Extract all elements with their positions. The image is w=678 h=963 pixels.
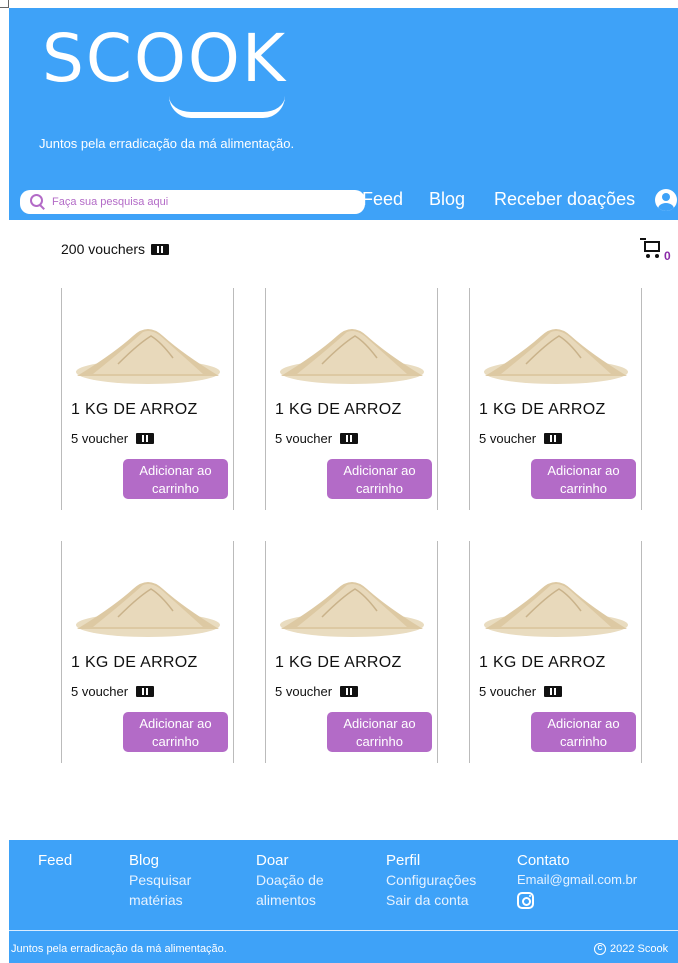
voucher-ticket-icon — [544, 433, 563, 444]
rice-image — [76, 582, 220, 637]
footer-contato-heading: Contato — [517, 852, 570, 869]
add-to-cart-button[interactable]: Adicionar ao carrinho — [123, 459, 228, 499]
nav-blog[interactable]: Blog — [429, 189, 465, 210]
instagram-icon[interactable] — [517, 892, 534, 909]
product-name: 1 KG DE ARROZ — [479, 401, 606, 418]
footer-pesquisar-materias-link[interactable]: Pesquisar matérias — [129, 870, 239, 910]
voucher-ticket-icon — [544, 686, 563, 697]
product-price: 5 voucher — [479, 684, 563, 699]
product-card: 1 KG DE ARROZ 5 voucher Adicionar ao car… — [265, 541, 438, 763]
add-to-cart-button[interactable]: Adicionar ao carrinho — [327, 712, 432, 752]
footer-col-contato: Contato Email@gmail.com.br — [517, 852, 678, 909]
product-price: 5 voucher — [479, 431, 563, 446]
nav-receber-doacoes[interactable]: Receber doações — [494, 189, 635, 210]
product-price-label: 5 voucher — [71, 684, 129, 699]
product-card: 1 KG DE ARROZ 5 voucher Adicionar ao car… — [61, 288, 234, 510]
product-name: 1 KG DE ARROZ — [479, 654, 606, 671]
product-card: 1 KG DE ARROZ 5 voucher Adicionar ao car… — [61, 541, 234, 763]
voucher-ticket-icon — [136, 686, 155, 697]
product-price: 5 voucher — [71, 684, 155, 699]
footer-doacao-link[interactable]: Doação de alimentos — [256, 870, 366, 910]
add-to-cart-button[interactable]: Adicionar ao carrinho — [531, 459, 636, 499]
search-bar[interactable] — [20, 190, 365, 214]
voucher-balance-label: 200 vouchers — [61, 241, 146, 257]
voucher-ticket-icon — [340, 433, 359, 444]
search-icon[interactable] — [30, 194, 46, 210]
cart-icon[interactable] — [640, 237, 664, 259]
product-price-label: 5 voucher — [71, 431, 129, 446]
copyright-text: 2022 Scook — [610, 943, 669, 955]
header-tagline: Juntos pela erradicação da má alimentaçã… — [39, 136, 295, 151]
product-card: 1 KG DE ARROZ 5 voucher Adicionar ao car… — [469, 288, 642, 510]
product-price-label: 5 voucher — [275, 431, 333, 446]
footer-col-blog: Blog Pesquisar matérias — [129, 852, 239, 910]
footer-col-feed: Feed — [38, 852, 72, 870]
rice-image — [76, 329, 220, 384]
product-name: 1 KG DE ARROZ — [71, 654, 198, 671]
cart-count: 0 — [664, 249, 671, 263]
nav-feed[interactable]: Feed — [362, 189, 403, 210]
footer-email-link[interactable]: Email@gmail.com.br — [517, 870, 678, 890]
footer-copyright: C 2022 Scook — [594, 943, 668, 955]
rice-image — [484, 582, 628, 637]
product-price-label: 5 voucher — [479, 431, 537, 446]
voucher-ticket-icon — [136, 433, 155, 444]
window-corner — [0, 0, 9, 8]
product-price-label: 5 voucher — [479, 684, 537, 699]
product-name: 1 KG DE ARROZ — [275, 401, 402, 418]
logo-smile — [169, 96, 285, 118]
product-card: 1 KG DE ARROZ 5 voucher Adicionar ao car… — [265, 288, 438, 510]
footer-feed-link[interactable]: Feed — [38, 852, 72, 869]
product-price-label: 5 voucher — [275, 684, 333, 699]
voucher-ticket-icon — [151, 243, 170, 255]
footer-configuracoes-link[interactable]: Configurações — [386, 870, 511, 890]
voucher-ticket-icon — [340, 686, 359, 697]
footer-tagline: Juntos pela erradicação da má alimentaçã… — [11, 943, 227, 955]
footer-col-perfil: Perfil Configurações Sair da conta — [386, 852, 511, 910]
add-to-cart-button[interactable]: Adicionar ao carrinho — [531, 712, 636, 752]
product-card: 1 KG DE ARROZ 5 voucher Adicionar ao car… — [469, 541, 642, 763]
footer-sair-link[interactable]: Sair da conta — [386, 890, 511, 910]
add-to-cart-button[interactable]: Adicionar ao carrinho — [327, 459, 432, 499]
product-name: 1 KG DE ARROZ — [71, 401, 198, 418]
rice-image — [280, 329, 424, 384]
add-to-cart-button[interactable]: Adicionar ao carrinho — [123, 712, 228, 752]
product-price: 5 voucher — [275, 431, 359, 446]
site-footer: Feed Blog Pesquisar matérias Doar Doação… — [9, 840, 678, 963]
product-name: 1 KG DE ARROZ — [275, 654, 402, 671]
rice-image — [484, 329, 628, 384]
footer-col-doar: Doar Doação de alimentos — [256, 852, 366, 910]
voucher-balance: 200 vouchers — [61, 241, 170, 257]
footer-divider — [9, 930, 678, 931]
user-icon[interactable] — [655, 189, 677, 211]
rice-image — [280, 582, 424, 637]
footer-doar-heading[interactable]: Doar — [256, 852, 366, 870]
product-price: 5 voucher — [71, 431, 155, 446]
search-input[interactable] — [52, 196, 352, 208]
logo[interactable]: SCOOK — [42, 26, 287, 92]
footer-blog-heading[interactable]: Blog — [129, 852, 239, 870]
product-price: 5 voucher — [275, 684, 359, 699]
footer-perfil-heading[interactable]: Perfil — [386, 852, 511, 870]
copyright-icon: C — [594, 943, 606, 955]
site-header: SCOOK Juntos pela erradicação da má alim… — [9, 8, 678, 220]
